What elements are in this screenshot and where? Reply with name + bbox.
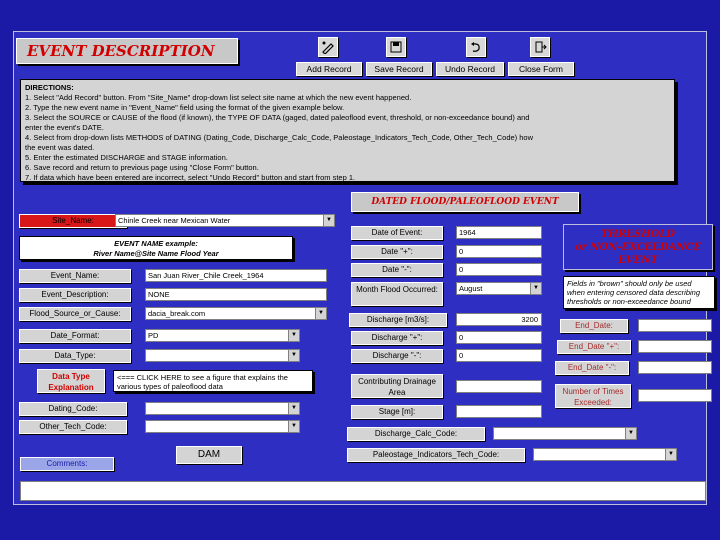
discharge-calc-code-label: Discharge_Calc_Code: <box>347 427 485 441</box>
data-type-label: Data_Type: <box>19 349 131 363</box>
comments-label: Comments: <box>20 457 114 471</box>
chevron-down-icon[interactable]: ▼ <box>530 283 541 294</box>
event-description-label: Event_Description: <box>19 288 131 302</box>
discharge-label: Discharge [m3/s]: <box>349 313 447 327</box>
end-date-plus-field[interactable] <box>638 340 712 353</box>
chevron-down-icon[interactable]: ▼ <box>288 421 299 432</box>
click-here-note: <=== CLICK HERE to see a figure that exp… <box>113 370 313 392</box>
month-flood-label: Month Flood Occurred: <box>351 282 443 306</box>
directions-line: 5. Enter the estimated DISCHARGE and STA… <box>25 153 228 162</box>
chevron-down-icon[interactable]: ▼ <box>665 449 676 460</box>
date-of-event-field[interactable]: 1964 <box>456 226 542 239</box>
chevron-down-icon[interactable]: ▼ <box>288 350 299 361</box>
stage-label: Stage [m]: <box>351 405 443 419</box>
data-type-select[interactable]: ▼ <box>145 349 300 362</box>
dam-button[interactable]: DAM <box>176 446 242 464</box>
date-format-select[interactable]: PD ▼ <box>145 329 300 342</box>
threshold-title-line: or NON-EXCEEDANCE <box>574 242 702 253</box>
discharge-minus-label: Discharge "-": <box>351 349 443 363</box>
add-record-button[interactable]: Add Record <box>296 62 362 76</box>
date-plus-field[interactable]: 0 <box>456 245 542 258</box>
end-date-label: End_Date: <box>560 319 628 333</box>
directions-line: 2. Type the new event name in "Event_Nam… <box>25 103 345 112</box>
event-name-example: EVENT NAME example: River Name@Site Name… <box>19 236 293 260</box>
event-name-field[interactable]: San Juan River_Chile Creek_1964 <box>145 269 327 282</box>
event-name-label: Event_Name: <box>19 269 131 283</box>
undo-icon[interactable] <box>466 37 486 57</box>
undo-record-button[interactable]: Undo Record <box>436 62 504 76</box>
form-title: EVENT DESCRIPTION <box>16 38 238 64</box>
chevron-down-icon[interactable]: ▼ <box>288 330 299 341</box>
dated-event-header: DATED FLOOD/PALEOFLOOD EVENT <box>351 192 579 212</box>
threshold-title-line: THRESHOLD <box>601 229 675 240</box>
drainage-area-field[interactable] <box>456 380 542 393</box>
dating-code-label: Dating_Code: <box>19 402 127 416</box>
end-date-minus-label: End_Date "-": <box>555 361 629 375</box>
directions-line: the event was dated. <box>25 143 95 152</box>
directions-line: 4. Select from drop-down lists METHODS o… <box>25 133 534 142</box>
data-type-explanation-button[interactable]: Data Type Explanation <box>37 369 105 393</box>
example-line: EVENT NAME example: <box>114 239 198 248</box>
directions-line: 7. If data which have been entered are i… <box>25 173 356 182</box>
date-of-event-label: Date of Event: <box>351 226 443 240</box>
discharge-calc-code-select[interactable]: ▼ <box>493 427 637 440</box>
directions-heading: DIRECTIONS: <box>25 83 74 92</box>
paleostage-code-label: Paleostage_Indicators_Tech_Code: <box>347 448 525 462</box>
paleostage-code-select[interactable]: ▼ <box>533 448 677 461</box>
threshold-title-line: EVENT <box>618 255 658 266</box>
stage-field[interactable] <box>456 405 542 418</box>
date-format-label: Date_Format: <box>19 329 131 343</box>
month-select[interactable]: August ▼ <box>456 282 542 295</box>
brown-fields-note: Fields in "brown" should only be used wh… <box>563 276 715 309</box>
times-exceeded-field[interactable] <box>638 389 712 402</box>
month-value: August <box>459 284 483 293</box>
directions-line: 3. Select the SOURCE or CAUSE of the flo… <box>25 113 530 122</box>
flood-source-label: Flood_Source_or_Cause: <box>19 307 131 321</box>
date-format-value: PD <box>148 331 159 340</box>
event-description-field[interactable]: NONE <box>145 288 327 301</box>
chevron-down-icon[interactable]: ▼ <box>288 403 299 414</box>
date-plus-label: Date "+": <box>351 245 443 259</box>
discharge-plus-field[interactable]: 0 <box>456 331 542 344</box>
end-date-minus-field[interactable] <box>638 361 712 374</box>
directions-line: 1. Select "Add Record" button. From "Sit… <box>25 93 412 102</box>
pencil-icon[interactable] <box>318 37 338 57</box>
close-form-button[interactable]: Close Form <box>508 62 574 76</box>
discharge-minus-field[interactable]: 0 <box>456 349 542 362</box>
site-name-label: Site_Name: <box>19 214 127 228</box>
chevron-down-icon[interactable]: ▼ <box>323 215 334 226</box>
date-minus-field[interactable]: 0 <box>456 263 542 276</box>
directions-line: 6. Save record and return to previous pa… <box>25 163 259 172</box>
save-record-button[interactable]: Save Record <box>366 62 432 76</box>
times-exceeded-label: Number of Times Exceeded: <box>555 384 631 408</box>
directions-line: enter the event's DATE. <box>25 123 104 132</box>
chevron-down-icon[interactable]: ▼ <box>625 428 636 439</box>
save-icon[interactable] <box>386 37 406 57</box>
flood-source-value: dacia_break.com <box>148 309 206 318</box>
other-tech-code-select[interactable]: ▼ <box>145 420 300 433</box>
close-door-icon[interactable] <box>530 37 550 57</box>
site-name-select[interactable]: Chinle Creek near Mexican Water ▼ <box>115 214 335 227</box>
drainage-area-label: Contributing Drainage Area <box>351 374 443 398</box>
other-tech-code-label: Other_Tech_Code: <box>19 420 127 434</box>
end-date-plus-label: End_Date "+": <box>557 340 631 354</box>
end-date-field[interactable] <box>638 319 712 332</box>
discharge-plus-label: Discharge "+": <box>351 331 443 345</box>
discharge-field[interactable]: 3200 <box>456 313 542 326</box>
date-minus-label: Date "-": <box>351 263 443 277</box>
threshold-header: THRESHOLD or NON-EXCEEDANCE EVENT <box>563 224 713 270</box>
flood-source-select[interactable]: dacia_break.com ▼ <box>145 307 327 320</box>
chevron-down-icon[interactable]: ▼ <box>315 308 326 319</box>
site-name-value: Chinle Creek near Mexican Water <box>118 216 231 225</box>
dated-event-title: DATED FLOOD/PALEOFLOOD EVENT <box>371 197 559 207</box>
dating-code-select[interactable]: ▼ <box>145 402 300 415</box>
comments-field[interactable] <box>20 481 706 501</box>
directions-panel: DIRECTIONS: 1. Select "Add Record" butto… <box>20 79 675 182</box>
example-line: River Name@Site Name Flood Year <box>93 249 219 258</box>
